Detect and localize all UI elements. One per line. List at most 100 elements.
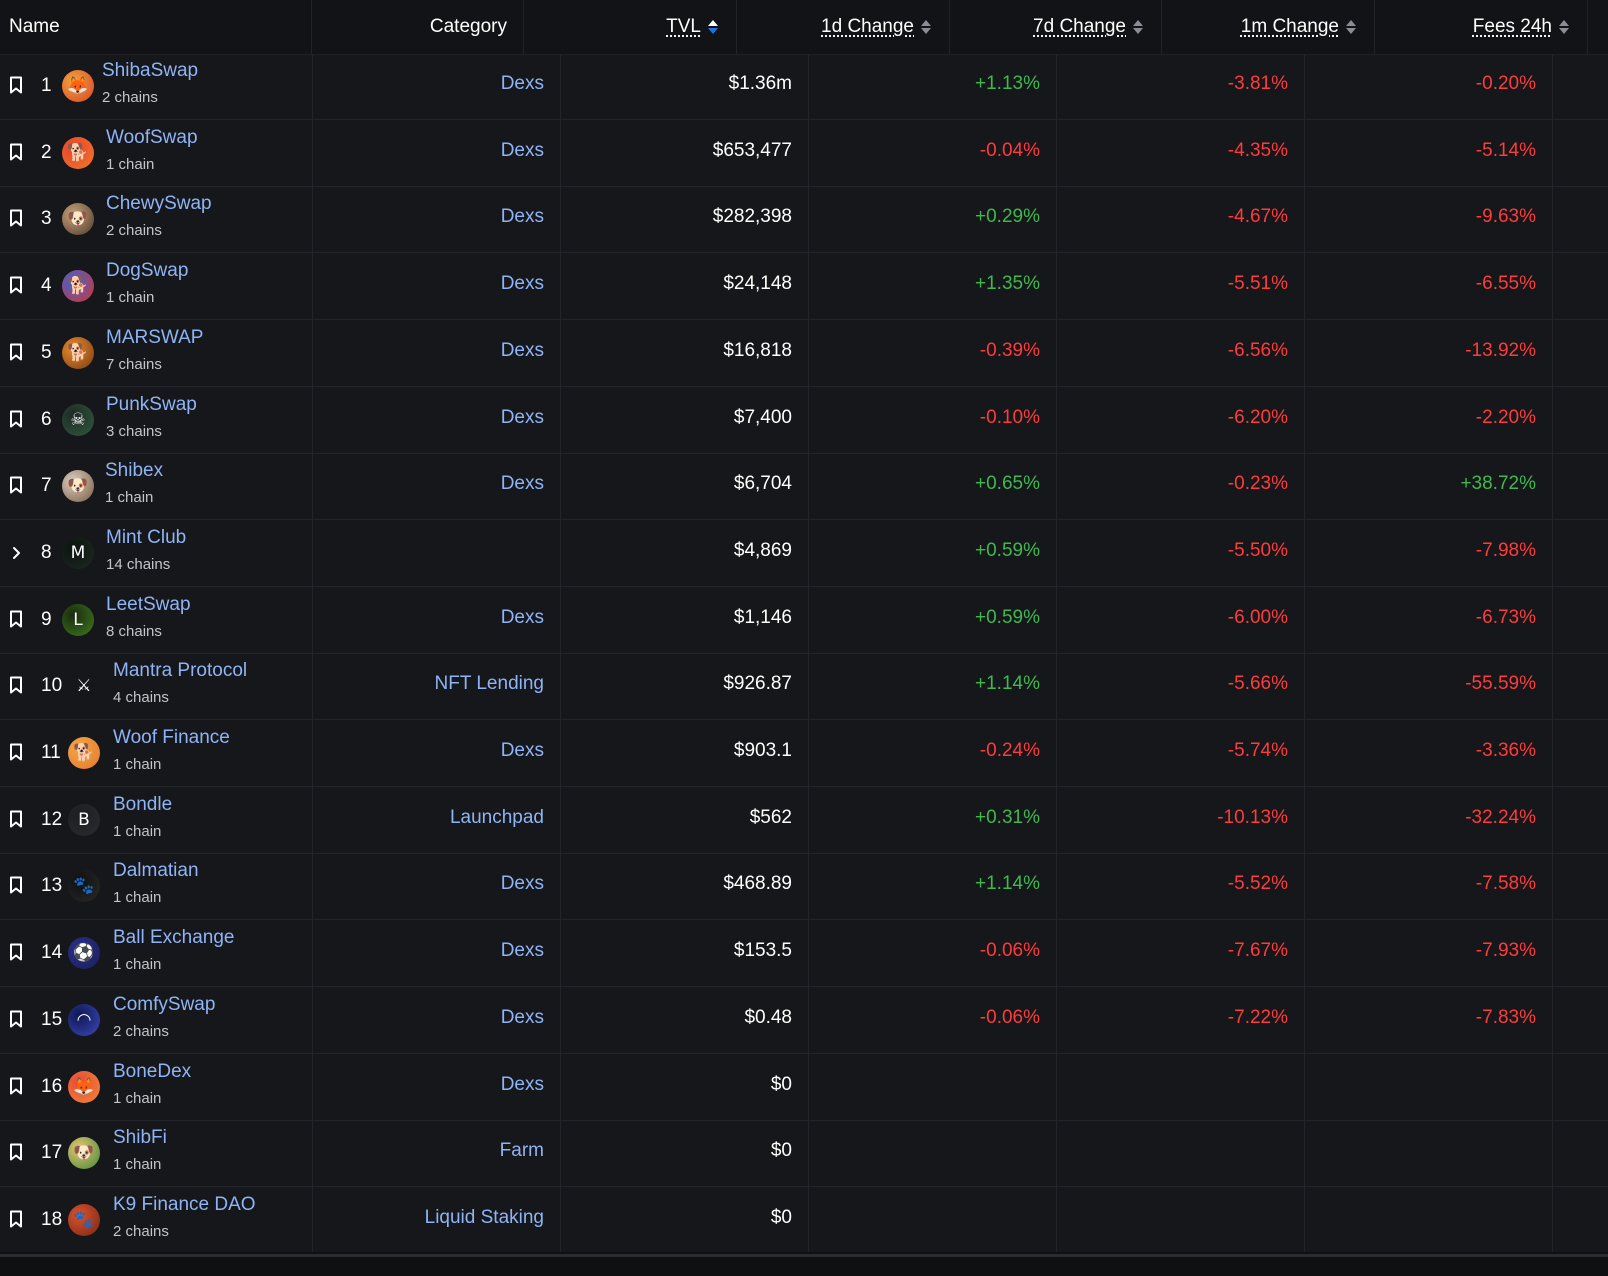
chains-count[interactable]: 1 chain	[113, 756, 161, 773]
chains-count[interactable]: 1 chain	[113, 1156, 161, 1173]
category-link[interactable]: NFT Lending	[435, 673, 545, 695]
chains-count[interactable]: 1 chain	[106, 289, 154, 306]
chevron-right-icon[interactable]	[10, 545, 23, 561]
table-row[interactable]: 13 🐾 Dalmatian 1 chain Dexs $468.89 +1.14% -5.5…	[0, 854, 1608, 921]
bookmark-icon[interactable]	[9, 410, 23, 428]
table-row[interactable]: 9 L LeetSwap 8 chains Dexs $1,146 +0.59% -6.00%…	[0, 588, 1608, 654]
table-row[interactable]: 6 ☠ PunkSwap 3 chains Dexs $7,400 -0.10% -6.20%…	[0, 388, 1608, 454]
chains-count[interactable]: 14 chains	[106, 556, 170, 573]
category-link[interactable]: Dexs	[501, 407, 544, 429]
chains-count[interactable]: 1 chain	[113, 823, 161, 840]
table-row[interactable]: 12 B Bondle 1 chain Launchpad $562 +0.31% -10.1…	[0, 788, 1608, 854]
protocol-name-link[interactable]: K9 Finance DAO	[113, 1194, 256, 1216]
category-link[interactable]: Dexs	[501, 1074, 544, 1096]
protocol-name-link[interactable]: PunkSwap	[106, 394, 197, 416]
protocol-name-link[interactable]: BoneDex	[113, 1061, 191, 1083]
category-link[interactable]: Farm	[500, 1140, 544, 1162]
category-link[interactable]: Dexs	[501, 1007, 544, 1029]
category-link[interactable]: Dexs	[501, 740, 544, 762]
protocol-name-link[interactable]: ShibFi	[113, 1127, 167, 1149]
bookmark-icon[interactable]	[9, 1010, 23, 1028]
table-row[interactable]: 11 🐕 Woof Finance 1 chain Dexs $903.1 -0.24% -5…	[0, 721, 1608, 787]
protocol-name-link[interactable]: Dalmatian	[113, 860, 199, 882]
horizontal-scrollbar[interactable]	[0, 1252, 1608, 1276]
header-1d-change[interactable]: 1d Change	[737, 0, 950, 54]
table-row[interactable]: 17 🐶 ShibFi 1 chain Farm $0	[0, 1121, 1608, 1188]
table-row[interactable]: 1 🦊 ShibaSwap 2 chains Dexs $1.36m +1.13% -3.81…	[0, 54, 1608, 120]
bookmark-icon[interactable]	[9, 1210, 23, 1228]
table-row[interactable]: 5 🐕 MARSWAP 7 chains Dexs $16,818 -0.39% -6.56%…	[0, 321, 1608, 387]
header-category[interactable]: Category	[312, 0, 524, 54]
chains-count[interactable]: 7 chains	[106, 356, 162, 373]
protocol-name-link[interactable]: LeetSwap	[106, 594, 191, 616]
7d-change-value: -3.81%	[1227, 73, 1288, 94]
bookmark-icon[interactable]	[9, 143, 23, 161]
table-row[interactable]: 10 ⚔ Mantra Protocol 4 chains NFT Lending $92…	[0, 654, 1608, 721]
bookmark-icon[interactable]	[9, 276, 23, 294]
bookmark-icon[interactable]	[9, 476, 23, 494]
chains-count[interactable]: 2 chains	[113, 1223, 169, 1240]
chains-count[interactable]: 8 chains	[106, 623, 162, 640]
protocol-name-link[interactable]: Bondle	[113, 794, 172, 816]
table-row[interactable]: 2 🐕 WoofSwap 1 chain Dexs $653,477 -0.04% -4.35…	[0, 121, 1608, 187]
protocol-name-link[interactable]: Mantra Protocol	[113, 660, 247, 682]
header-name[interactable]: Name	[0, 0, 312, 54]
table-row[interactable]: 3 🐶 ChewySwap 2 chains Dexs $282,398 +0.29% -4.…	[0, 187, 1608, 254]
bookmark-icon[interactable]	[9, 209, 23, 227]
chains-count[interactable]: 1 chain	[105, 489, 153, 506]
protocol-name-link[interactable]: Ball Exchange	[113, 927, 234, 949]
protocol-name-link[interactable]: DogSwap	[106, 260, 188, 282]
table-row[interactable]: 8 M Mint Club 14 chains $4,869 +0.59% -5.50% -7…	[0, 521, 1608, 587]
table-row[interactable]: 16 🦊 BoneDex 1 chain Dexs $0	[0, 1055, 1608, 1121]
chains-count[interactable]: 2 chains	[113, 1023, 169, 1040]
bookmark-icon[interactable]	[9, 943, 23, 961]
protocol-name-link[interactable]: Mint Club	[106, 527, 186, 549]
shibfi-logo-icon: 🐶	[68, 1137, 100, 1170]
category-link[interactable]: Dexs	[501, 873, 544, 895]
category-link[interactable]: Dexs	[501, 340, 544, 362]
chains-count[interactable]: 1 chain	[113, 1090, 161, 1107]
bookmark-icon[interactable]	[9, 76, 23, 94]
table-row[interactable]: 4 🐕 DogSwap 1 chain Dexs $24,148 +1.35% -5.51% -…	[0, 254, 1608, 321]
chains-count[interactable]: 4 chains	[113, 689, 169, 706]
protocol-name-link[interactable]: ChewySwap	[106, 193, 212, 215]
protocol-name-link[interactable]: MARSWAP	[106, 327, 203, 349]
category-link[interactable]: Dexs	[501, 607, 544, 629]
category-link[interactable]: Dexs	[501, 73, 544, 95]
category-link[interactable]: Liquid Staking	[425, 1207, 544, 1229]
bookmark-icon[interactable]	[9, 676, 23, 694]
bookmark-icon[interactable]	[9, 610, 23, 628]
protocol-name-link[interactable]: ShibaSwap	[102, 60, 198, 82]
table-row[interactable]: 18 🐾 K9 Finance DAO 2 chains Liquid Staking $…	[0, 1188, 1608, 1254]
chains-count[interactable]: 3 chains	[106, 423, 162, 440]
bookmark-icon[interactable]	[9, 743, 23, 761]
protocol-name-link[interactable]: Woof Finance	[113, 727, 230, 749]
chains-count[interactable]: 1 chain	[113, 889, 161, 906]
chains-count[interactable]: 2 chains	[106, 222, 162, 239]
bookmark-icon[interactable]	[9, 876, 23, 894]
protocol-name-link[interactable]: WoofSwap	[106, 127, 198, 149]
header-fees-24h[interactable]: Fees 24h	[1375, 0, 1588, 54]
category-link[interactable]: Dexs	[501, 940, 544, 962]
table-row[interactable]: 15 ◠ ComfySwap 2 chains Dexs $0.48 -0.06% -7.22…	[0, 988, 1608, 1054]
category-link[interactable]: Dexs	[501, 206, 544, 228]
category-link[interactable]: Dexs	[501, 473, 544, 495]
table-row[interactable]: 14 ⚽ Ball Exchange 1 chain Dexs $153.5 -0.06% -…	[0, 921, 1608, 988]
header-7d-change[interactable]: 7d Change	[950, 0, 1162, 54]
chains-count[interactable]: 2 chains	[102, 89, 158, 106]
category-link[interactable]: Dexs	[501, 140, 544, 162]
header-tvl[interactable]: TVL	[524, 0, 737, 54]
category-link[interactable]: Launchpad	[450, 807, 544, 829]
header-1m-change[interactable]: 1m Change	[1162, 0, 1375, 54]
bookmark-icon[interactable]	[9, 1077, 23, 1095]
protocol-name-link[interactable]: ComfySwap	[113, 994, 215, 1016]
chains-count[interactable]: 1 chain	[113, 956, 161, 973]
bookmark-icon[interactable]	[9, 810, 23, 828]
protocol-name-link[interactable]: Shibex	[105, 460, 163, 482]
table-row[interactable]: 7 🐶 Shibex 1 chain Dexs $6,704 +0.65% -0.23% +38…	[0, 454, 1608, 521]
bookmark-icon[interactable]	[9, 1143, 23, 1161]
header-name-label: Name	[9, 16, 60, 37]
chains-count[interactable]: 1 chain	[106, 156, 154, 173]
bookmark-icon[interactable]	[9, 343, 23, 361]
category-link[interactable]: Dexs	[501, 273, 544, 295]
